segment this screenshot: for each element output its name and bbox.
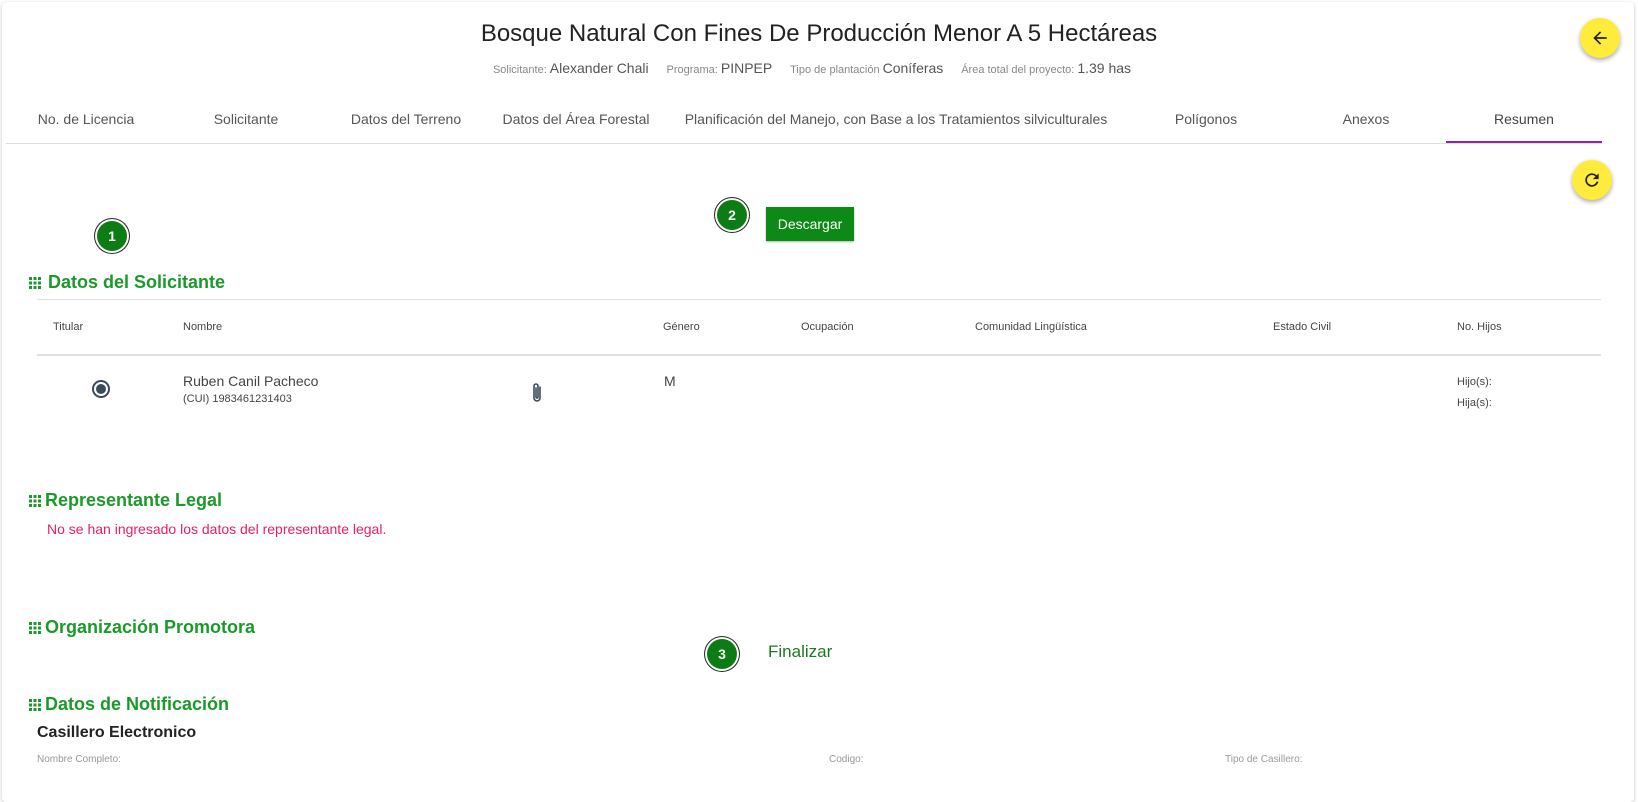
grid-icon bbox=[29, 276, 41, 289]
refresh-icon bbox=[1585, 173, 1599, 187]
field-nombre-completo-label: Nombre Completo: bbox=[37, 754, 121, 765]
area-value: 1.39 has bbox=[1077, 60, 1132, 76]
representante-empty-message: No se han ingresado los datos del repres… bbox=[47, 521, 387, 537]
finalizar-button[interactable]: Finalizar bbox=[768, 642, 832, 662]
field-codigo-label: Codigo: bbox=[829, 754, 864, 765]
tab-planificacion[interactable]: Planificación del Manejo, con Base a los… bbox=[666, 97, 1126, 141]
hijas-label: Hija(s): bbox=[1457, 397, 1492, 409]
grid-icon bbox=[29, 698, 41, 711]
grid-icon bbox=[29, 621, 41, 634]
col-header-nombre: Nombre bbox=[183, 321, 223, 333]
download-button[interactable]: Descargar bbox=[766, 207, 854, 241]
tab-bar: No. de Licencia Solicitante Datos del Te… bbox=[6, 97, 1602, 144]
solicitante-genero: M bbox=[664, 373, 676, 389]
section-organizacion-promotora: Organización Promotora bbox=[29, 617, 255, 638]
grid-icon bbox=[29, 494, 41, 507]
solicitante-nombre: Ruben Canil Pacheco bbox=[183, 373, 319, 389]
step-1-badge: 1 bbox=[97, 221, 127, 251]
arrow-left-icon bbox=[1593, 31, 1607, 45]
programa-value: PINPEP bbox=[720, 60, 773, 76]
area-label: Área total del proyecto: bbox=[961, 64, 1075, 76]
step-2-badge: 2 bbox=[717, 200, 747, 230]
page-subtitle: Solicitante: Alexander Chali Programa: PIN… bbox=[0, 60, 1638, 76]
col-header-titular: Titular bbox=[53, 321, 84, 333]
col-header-estado-civil: Estado Civil bbox=[1273, 321, 1332, 333]
col-header-ocupacion: Ocupación bbox=[801, 321, 854, 333]
solicitante-label: Solicitante: bbox=[492, 64, 547, 76]
col-header-comunidad: Comunidad Lingüística bbox=[975, 321, 1087, 333]
solicitante-value: Alexander Chali bbox=[549, 60, 649, 76]
attachment-icon[interactable] bbox=[528, 381, 546, 410]
section-datos-notificacion: Datos de Notificación bbox=[29, 694, 229, 715]
section-title: Organización Promotora bbox=[45, 617, 256, 637]
divider bbox=[37, 354, 1601, 356]
back-button[interactable] bbox=[1580, 18, 1620, 58]
hijos-label: Hijo(s): bbox=[1457, 376, 1492, 388]
programa-label: Programa: bbox=[666, 64, 718, 76]
col-header-no-hijos: No. Hijos bbox=[1457, 321, 1502, 333]
tipo-label: Tipo de plantación bbox=[790, 64, 880, 76]
tab-datos-terreno[interactable]: Datos del Terreno bbox=[326, 97, 486, 141]
section-title: Datos de Notificación bbox=[45, 694, 230, 714]
tab-no-licencia[interactable]: No. de Licencia bbox=[6, 97, 166, 141]
field-tipo-casillero-label: Tipo de Casillero: bbox=[1225, 754, 1303, 765]
solicitante-cui: (CUI) 1983461231403 bbox=[183, 393, 292, 405]
tab-poligonos[interactable]: Polígonos bbox=[1126, 97, 1286, 141]
section-title: Datos del Solicitante bbox=[48, 272, 226, 292]
tab-datos-area-forestal[interactable]: Datos del Área Forestal bbox=[486, 97, 666, 141]
tab-solicitante[interactable]: Solicitante bbox=[166, 97, 326, 141]
section-title: Representante Legal bbox=[45, 490, 223, 510]
step-3-badge: 3 bbox=[707, 639, 737, 669]
titular-radio[interactable] bbox=[92, 380, 110, 398]
divider bbox=[37, 299, 1601, 300]
tab-resumen[interactable]: Resumen bbox=[1446, 97, 1602, 143]
section-datos-solicitante: Datos del Solicitante bbox=[29, 272, 225, 293]
casillero-subtitle: Casillero Electronico bbox=[37, 724, 197, 741]
tipo-value: Coníferas bbox=[882, 60, 944, 76]
page-title: Bosque Natural Con Fines De Producción M… bbox=[480, 20, 1158, 47]
refresh-button[interactable] bbox=[1572, 160, 1612, 200]
section-representante-legal: Representante Legal bbox=[29, 490, 222, 511]
col-header-genero: Género bbox=[663, 321, 700, 333]
tab-anexos[interactable]: Anexos bbox=[1286, 97, 1446, 141]
